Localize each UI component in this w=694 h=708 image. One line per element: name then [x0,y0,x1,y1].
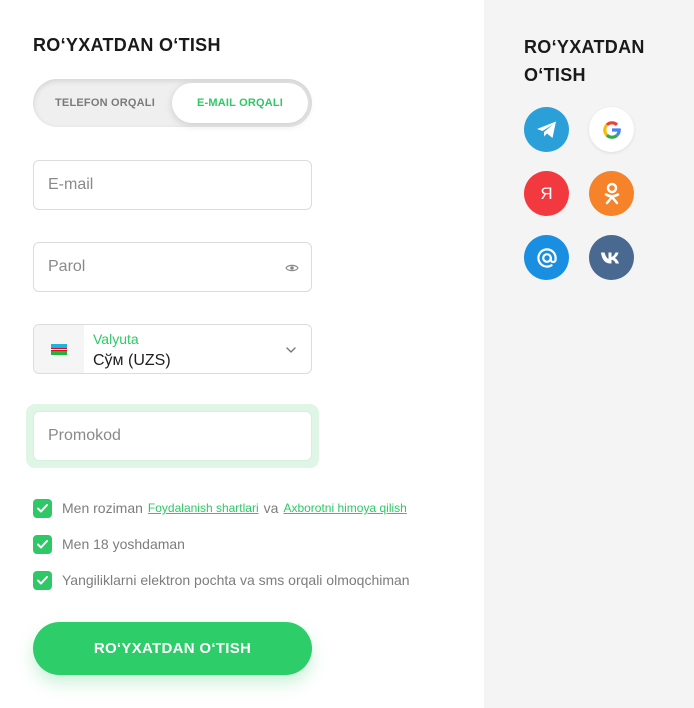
mail-button[interactable] [524,235,569,280]
tab-phone[interactable]: TELEFON ORQALI [37,83,173,123]
register-button[interactable]: RO‘YXATDAN O‘TISH [33,622,312,675]
registration-method-tabs: TELEFON ORQALI E-MAIL ORQALI [33,79,312,127]
news-checkbox[interactable] [33,570,52,590]
telegram-button[interactable] [524,107,569,152]
age-text: Men 18 yoshdaman [62,536,185,552]
google-icon [602,120,621,139]
mail-icon [536,247,557,268]
news-text: Yangiliklarni elektron pochta va sms orq… [62,572,410,588]
email-field [33,160,312,210]
tab-email[interactable]: E-MAIL ORQALI [172,83,308,123]
yandex-icon: Я [540,183,553,203]
currency-value: Сўм (UZS) [93,352,171,369]
odnoklassniki-button[interactable] [589,171,634,216]
currency-select[interactable]: Valyuta Сўм (UZS) [33,324,312,374]
email-input[interactable] [34,161,311,209]
odnoklassniki-icon [604,182,619,204]
privacy-link[interactable]: Axborotni himoya qilish [283,501,406,515]
eye-icon[interactable] [285,261,299,275]
terms-link[interactable]: Foydalanish shartlari [148,501,259,515]
yandex-button[interactable]: Я [524,171,569,216]
google-button[interactable] [589,107,634,152]
promo-input[interactable] [34,412,311,460]
password-field [33,242,312,292]
age-agreement: Men 18 yoshdaman [33,534,185,554]
chevron-down-icon [286,347,296,353]
password-input[interactable] [34,243,311,291]
check-icon [37,539,48,548]
vk-icon [600,252,619,263]
terms-joiner: va [263,500,279,516]
check-icon [37,503,48,512]
age-checkbox[interactable] [33,534,52,554]
telegram-icon [536,121,556,138]
currency-label: Valyuta [93,331,139,347]
uzbekistan-flag-icon [34,325,84,373]
check-icon [37,575,48,584]
promo-field [33,411,312,461]
terms-checkbox[interactable] [33,498,52,518]
social-sidebar: RO‘YXATDAN O‘TISH Я [484,0,694,708]
vk-button[interactable] [589,235,634,280]
social-title: RO‘YXATDAN O‘TISH [524,37,645,85]
registration-form: RO‘YXATDAN O‘TISH TELEFON ORQALI E-MAIL … [0,0,484,708]
news-agreement: Yangiliklarni elektron pochta va sms orq… [33,570,410,590]
terms-text: Men roziman [62,500,143,516]
terms-agreement: Men roziman Foydalanish shartlari va Axb… [33,498,412,518]
form-title: RO‘YXATDAN O‘TISH [33,35,221,55]
